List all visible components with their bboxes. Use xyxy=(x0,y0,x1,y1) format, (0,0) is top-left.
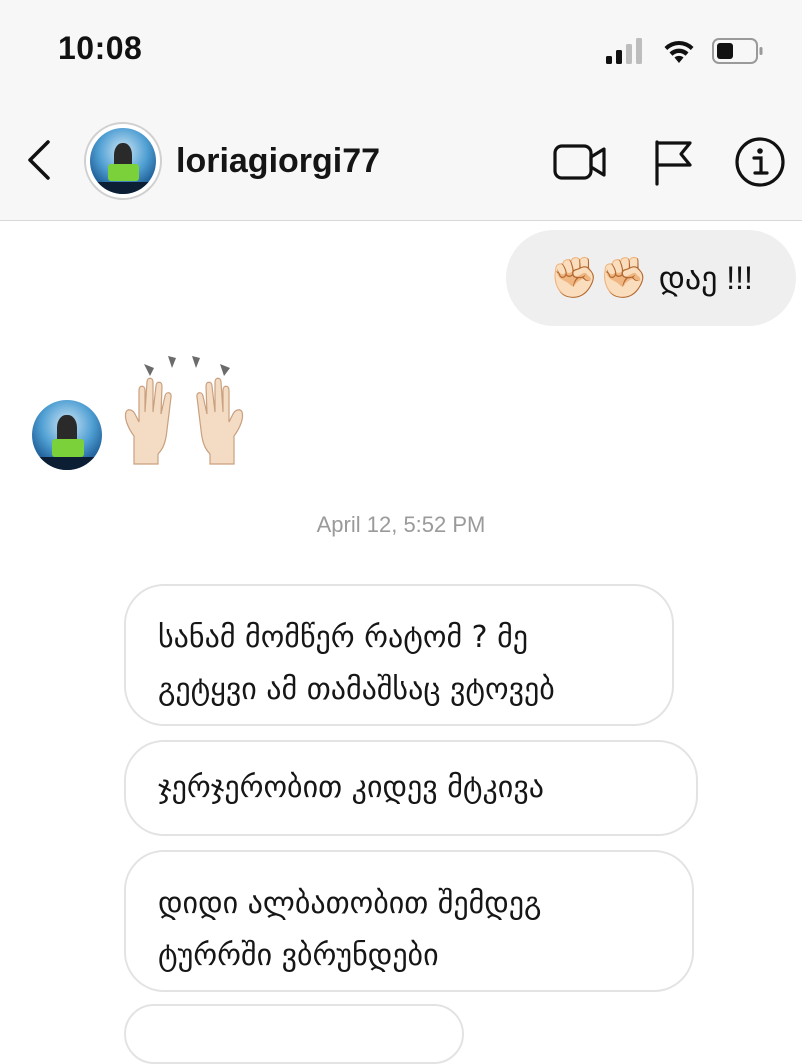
chevron-left-icon xyxy=(28,140,50,180)
sender-profile-photo xyxy=(32,400,102,470)
info-icon xyxy=(735,137,785,187)
outgoing-message[interactable]: ✊🏻✊🏻 დაე !!! xyxy=(506,230,796,326)
incoming-message[interactable]: დიდი ალბათობით შემდეგ ტურრში ვბრუნდები xyxy=(124,850,694,992)
report-button[interactable] xyxy=(644,136,700,188)
video-call-icon xyxy=(553,144,606,180)
header-avatar[interactable] xyxy=(84,122,162,200)
incoming-message-line: სანამ მომწერ რატომ ? მე xyxy=(158,620,529,655)
raised-hands-emoji[interactable] xyxy=(120,352,248,470)
info-button[interactable] xyxy=(732,136,788,188)
battery-icon xyxy=(712,38,763,64)
incoming-message[interactable]: სანამ მომწერ რატომ ? მე გეტყვი ამ თამაშს… xyxy=(124,584,674,726)
incoming-message-partial[interactable] xyxy=(124,1004,464,1064)
incoming-message[interactable]: ჯერჯერობით კიდევ მტკივა xyxy=(124,740,698,836)
status-bar: 10:08 xyxy=(0,0,802,98)
wifi-icon xyxy=(664,40,694,63)
chat-header: loriagiorgi77 xyxy=(0,98,802,221)
profile-photo xyxy=(90,128,156,194)
sender-avatar[interactable] xyxy=(32,400,102,470)
username[interactable]: loriagiorgi77 xyxy=(176,142,380,181)
incoming-message-line: გეტყვი ამ თამაშსაც ვტოვებ xyxy=(158,672,555,707)
incoming-message-line: ტურრში ვბრუნდები xyxy=(158,938,439,973)
incoming-message-line: ჯერჯერობით კიდევ მტკივა xyxy=(158,770,544,805)
back-button[interactable] xyxy=(22,138,58,182)
cellular-signal-icon xyxy=(606,38,642,64)
outgoing-message-text: დაე !!! xyxy=(658,260,753,296)
status-time: 10:08 xyxy=(58,30,143,66)
flag-icon xyxy=(655,140,692,186)
message-timestamp: April 12, 5:52 PM xyxy=(316,512,486,537)
fist-emoji: ✊🏻✊🏻 xyxy=(549,256,649,300)
status-icons xyxy=(606,34,764,68)
video-call-button[interactable] xyxy=(552,136,608,188)
incoming-message-line: დიდი ალბათობით შემდეგ xyxy=(158,886,542,921)
